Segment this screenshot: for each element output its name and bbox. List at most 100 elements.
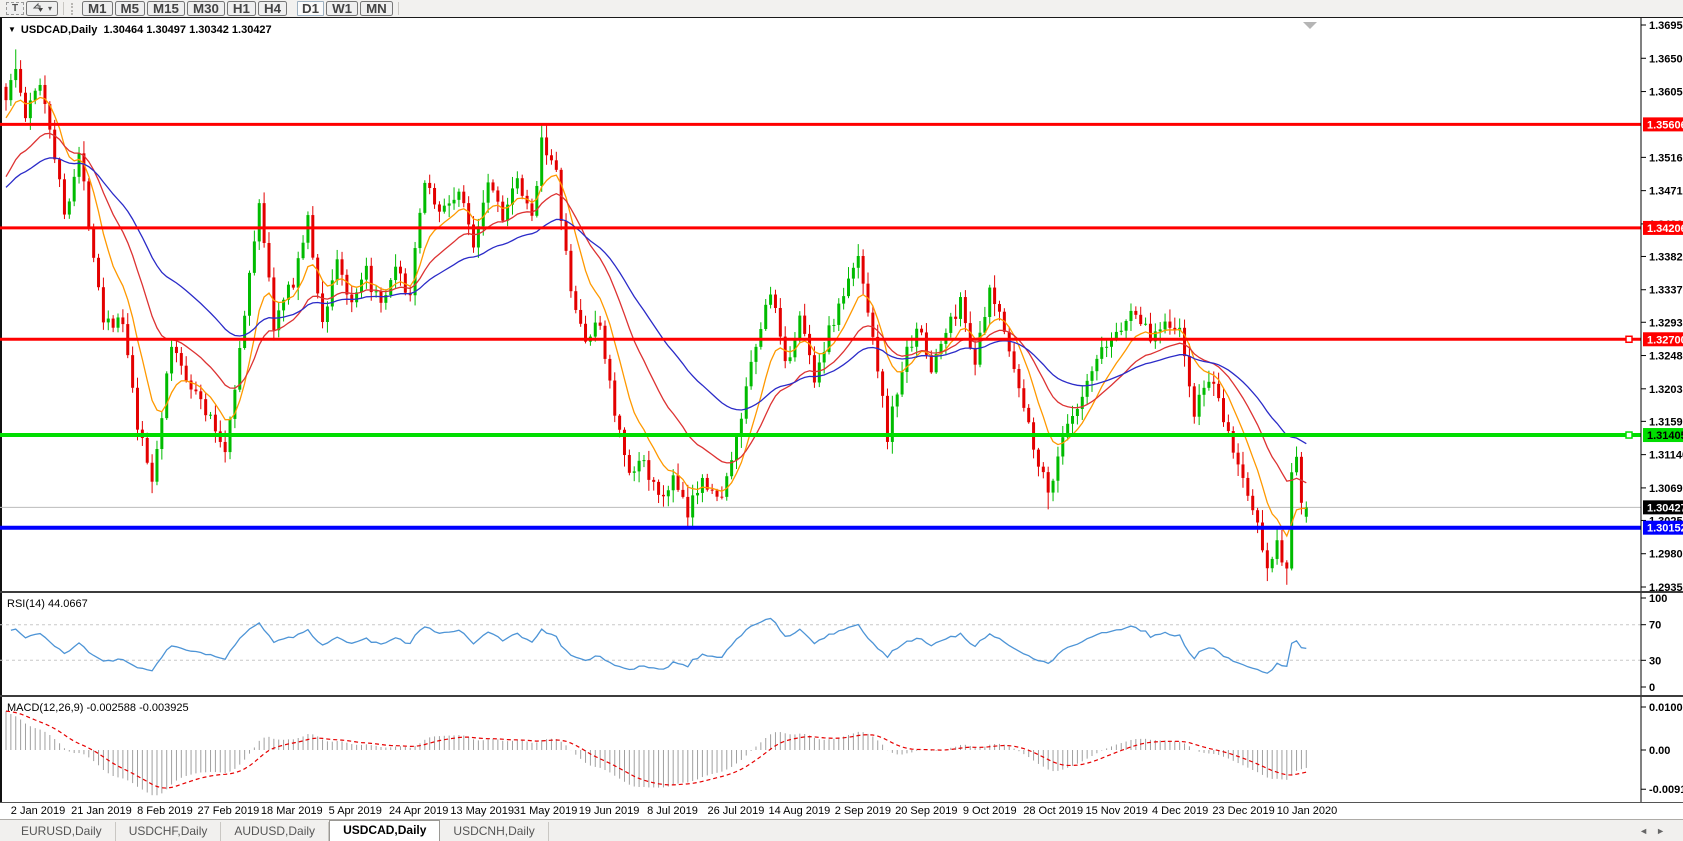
candle-body [749, 361, 753, 387]
candle-body [364, 265, 368, 280]
timeframe-button-m30[interactable]: M30 [186, 1, 225, 16]
candle-body [788, 357, 792, 362]
timeframe-button-m5[interactable]: M5 [114, 1, 146, 16]
candle-body [1295, 456, 1299, 473]
candle-body [686, 496, 690, 518]
candle-body [38, 84, 42, 91]
price-tick-label: 1.31590 [1649, 416, 1683, 428]
candle-body [920, 328, 924, 333]
candle-body [87, 181, 91, 227]
candle-body [915, 328, 919, 347]
level-handle[interactable] [1625, 431, 1633, 439]
candle-body [311, 215, 315, 258]
candle-body [1197, 394, 1201, 417]
candle-body [9, 80, 13, 101]
candle-body [1163, 321, 1167, 330]
candle-body [1241, 464, 1245, 478]
candle-body [652, 479, 656, 482]
candle-body [97, 257, 101, 288]
level-handle[interactable] [1625, 335, 1633, 344]
candle-body [1207, 381, 1211, 388]
date-label: 20 Sep 2019 [895, 805, 958, 817]
rsi-label: RSI(14) 44.0667 [7, 598, 88, 610]
rsi-panel[interactable]: 100 70 30 0 [0, 593, 1683, 695]
macd-scale-label: 0.010035 [1649, 702, 1683, 714]
candle-body [598, 322, 602, 326]
price-tick-label: 1.32030 [1649, 384, 1683, 396]
candle-body [442, 205, 446, 212]
text-tool-button[interactable]: T [6, 2, 24, 15]
candle-body [243, 315, 247, 348]
rsi-scale-label: 70 [1649, 620, 1661, 632]
timeframe-button-m15[interactable]: M15 [147, 1, 185, 16]
candle-body [23, 92, 27, 119]
candle-body [116, 317, 120, 328]
tab-audusd[interactable]: AUDUSD,Daily [221, 822, 330, 841]
timeframe-button-h4[interactable]: H4 [257, 1, 288, 16]
toolbar-grip[interactable] [71, 2, 76, 15]
rsi-scale-label: 30 [1649, 655, 1661, 667]
candle-body [720, 496, 724, 498]
candle-body [535, 185, 539, 216]
candle-body [170, 346, 174, 374]
candle-body [637, 460, 641, 472]
candle-body [111, 318, 115, 328]
macd-scale-label: -0.009153 [1649, 784, 1683, 796]
tab-usdcad[interactable]: USDCAD,Daily [329, 820, 441, 841]
candle-body [447, 203, 451, 206]
candle-body [325, 306, 329, 323]
tab-usdchf[interactable]: USDCHF,Daily [116, 822, 222, 841]
candle-body [14, 68, 18, 81]
candle-body [861, 256, 865, 284]
candle-body [1046, 472, 1050, 493]
candle-body [131, 355, 135, 388]
date-label: 2 Sep 2019 [834, 805, 891, 817]
chevron-down-icon: ▾ [48, 4, 53, 13]
timeframe-button-m1[interactable]: M1 [82, 1, 113, 16]
candle-body [959, 297, 963, 319]
tab-scroll-left-icon[interactable]: ◄ [1639, 826, 1656, 836]
tab-eurusd[interactable]: EURUSD,Daily [8, 822, 116, 841]
candle-body [778, 307, 782, 337]
date-axis[interactable]: 2 Jan 2019 21 Jan 2019 8 Feb 2019 27 Feb 20… [0, 803, 1683, 820]
candle-body [642, 460, 646, 462]
price-tick-label: 1.35160 [1649, 152, 1683, 164]
toolbar-separator [63, 2, 65, 15]
tab-scroll-right-icon[interactable]: ► [1656, 826, 1673, 836]
ma-fast-line[interactable] [5, 96, 1307, 538]
candle-body [1285, 562, 1289, 569]
arrange-button[interactable]: ▾ [26, 1, 59, 16]
level-price-label: 1.31405 [1647, 430, 1683, 442]
price-tick-label: 1.36500 [1649, 53, 1683, 65]
candle-body [603, 325, 607, 359]
macd-panel[interactable]: 0.010035 0.00 -0.009153 [0, 697, 1683, 802]
candle-body [277, 310, 281, 331]
candle-body [1105, 346, 1109, 348]
candle-body [1051, 480, 1055, 493]
trading-terminal-window: T ▾ M1M5M15M30H1H4 D1W1MN 1.369501.365001… [0, 0, 1683, 841]
candle-body [296, 258, 300, 288]
chart-window: 1.36950 1.36500 1.36050 1.35160 1.34710 1.342… [0, 17, 1683, 820]
candle-body [798, 315, 802, 341]
candle-body [1071, 416, 1075, 424]
chart-shift-marker-icon[interactable] [1303, 22, 1317, 29]
candle-body [1246, 477, 1250, 496]
candle-body [735, 435, 738, 461]
current-price-label: 1.30427 [1647, 502, 1683, 514]
candle-body [515, 178, 519, 189]
candle-body [530, 203, 534, 216]
level-price-label: 1.32700 [1647, 334, 1683, 346]
candle-body [696, 492, 700, 496]
tab-usdcnh[interactable]: USDCNH,Daily [440, 822, 549, 841]
candle-body [871, 312, 875, 337]
candle-body [832, 324, 836, 326]
price-chart[interactable]: 1.36950 1.36500 1.36050 1.35160 1.34710 1.342… [0, 18, 1683, 591]
timeframe-button-h1[interactable]: H1 [226, 1, 256, 16]
timeframe-button-mn[interactable]: MN [360, 1, 393, 16]
candle-body [773, 294, 777, 308]
candle-body [715, 490, 719, 497]
ma-mid-line[interactable] [5, 132, 1307, 484]
candle-body [1124, 320, 1128, 331]
timeframe-button-d1[interactable]: D1 [297, 1, 325, 16]
timeframe-button-w1[interactable]: W1 [326, 1, 359, 16]
